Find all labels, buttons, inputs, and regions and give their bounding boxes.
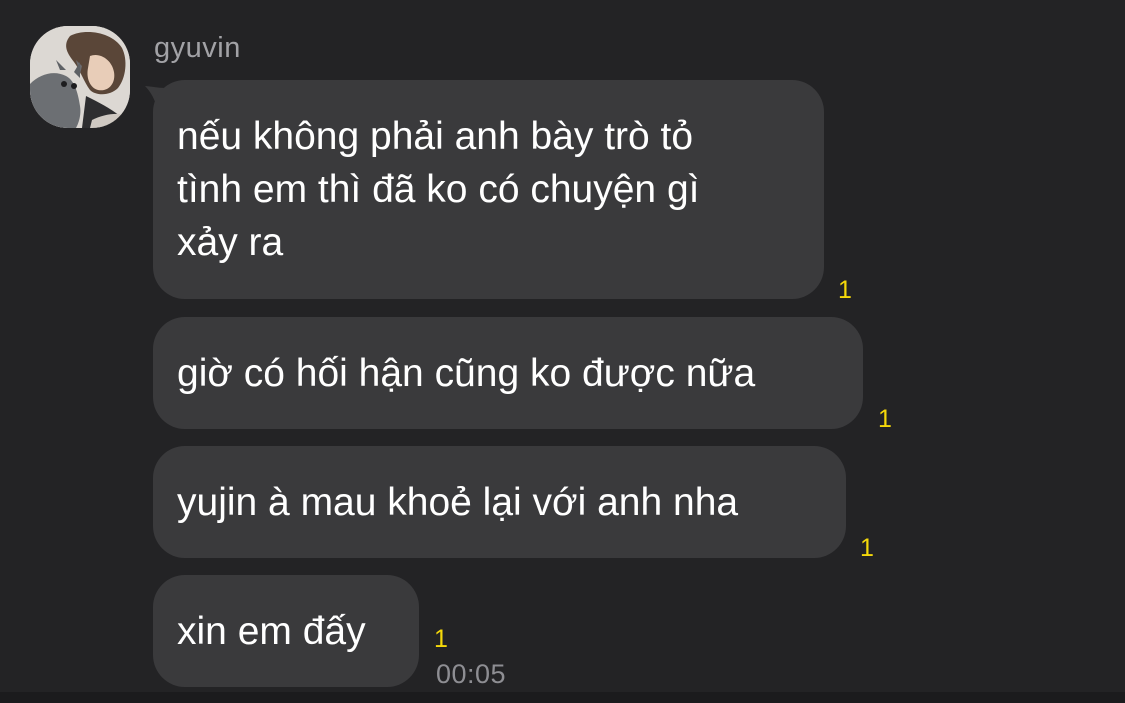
message-bubble[interactable]: nếu không phải anh bày trò tỏ tình em th… — [153, 80, 824, 299]
message-text-line: nếu không phải anh bày trò tỏ — [177, 115, 694, 158]
message-timestamp: 00:05 — [436, 659, 507, 689]
profile-photo-icon — [30, 26, 130, 128]
unread-count: 1 — [878, 405, 892, 433]
unread-count: 1 — [434, 625, 448, 653]
message-text-line: giờ có hối hận cũng ko được nữa — [177, 352, 756, 395]
message-bubble[interactable]: xin em đấy — [153, 575, 419, 687]
message-text-line: xin em đấy — [177, 610, 366, 653]
bottom-bar — [0, 692, 1125, 703]
message-text-line: tình em thì đã ko có chuyện gì — [177, 168, 700, 211]
message-bubble[interactable]: giờ có hối hận cũng ko được nữa — [153, 317, 863, 429]
unread-count: 1 — [860, 534, 874, 562]
sender-name: gyuvin — [154, 32, 241, 64]
unread-count: 1 — [838, 276, 852, 304]
sender-avatar[interactable] — [30, 26, 130, 128]
message-text-line: yujin à mau khoẻ lại với anh nha — [177, 481, 739, 524]
message-bubble[interactable]: yujin à mau khoẻ lại với anh nha — [153, 446, 846, 558]
message-text-line: xảy ra — [177, 221, 284, 264]
